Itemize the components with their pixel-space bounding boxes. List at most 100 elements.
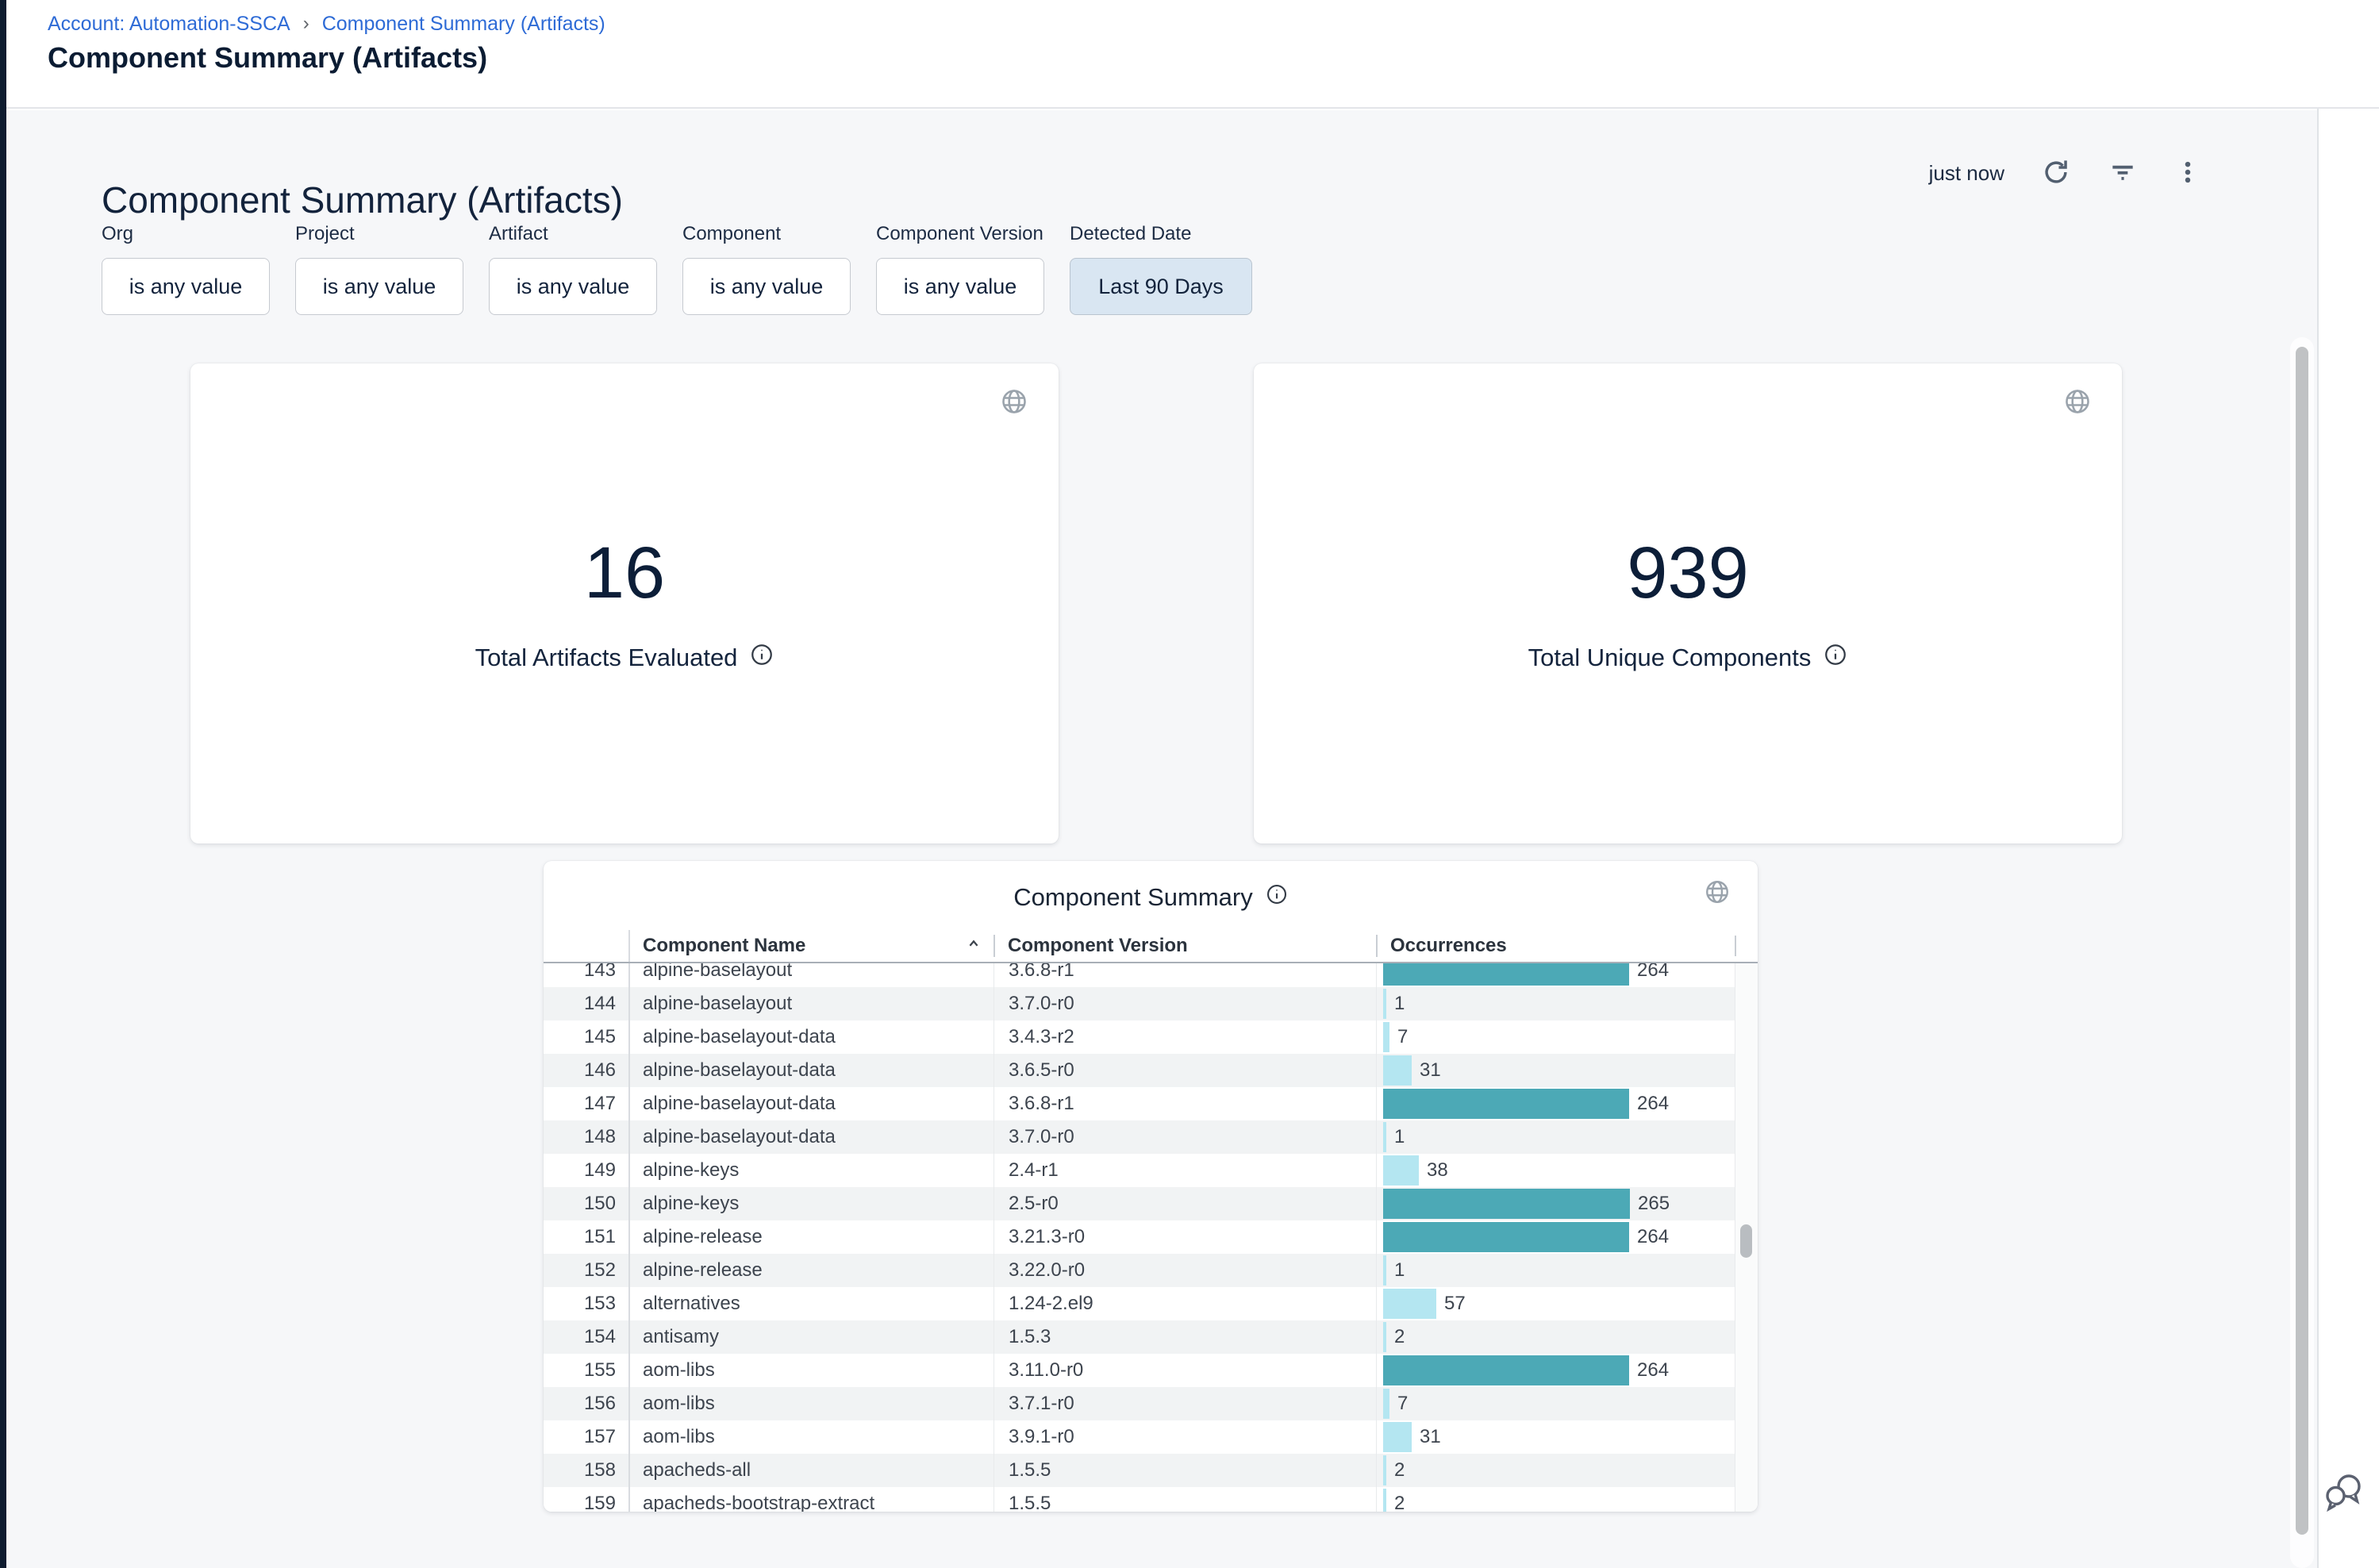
filter-group-component-version: Component Version is any value (876, 223, 1044, 315)
filter-component-button[interactable]: is any value (682, 258, 851, 315)
occurrence-value: 38 (1427, 1159, 1448, 1182)
page-title: Component Summary (Artifacts) (48, 41, 487, 75)
occurrences-cell: 264 (1376, 1354, 1735, 1387)
occurrence-bar (1383, 1389, 1389, 1419)
component-name-cell: alpine-baselayout-data (628, 1059, 993, 1082)
occurrence-value: 1 (1394, 993, 1405, 1015)
metric-label-row: Total Artifacts Evaluated (190, 643, 1059, 673)
row-number-cell: 147 (544, 1093, 628, 1115)
occurrence-value: 1 (1394, 1259, 1405, 1282)
table-row[interactable]: 158apacheds-all1.5.52 (544, 1454, 1735, 1487)
left-nav-strip (0, 0, 6, 1568)
row-number-cell: 148 (544, 1126, 628, 1148)
table-row[interactable]: 149alpine-keys2.4-r138 (544, 1154, 1735, 1187)
component-name-cell: aom-libs (628, 1393, 993, 1415)
table-row[interactable]: 144alpine-baselayout3.7.0-r01 (544, 987, 1735, 1020)
filter-button[interactable] (2108, 157, 2138, 190)
occurrences-cell: 2 (1376, 1454, 1735, 1487)
component-version-cell: 2.5-r0 (993, 1187, 1376, 1220)
occurrence-value: 7 (1397, 1026, 1408, 1048)
component-version-cell: 3.6.8-r1 (993, 963, 1376, 987)
occurrence-bar (1383, 1255, 1386, 1286)
component-name-cell: alternatives (628, 1293, 993, 1315)
page-scrollbar-thumb[interactable] (2296, 347, 2308, 1535)
column-divider (1376, 935, 1378, 957)
occurrence-value: 2 (1394, 1493, 1405, 1512)
row-number-column-header (544, 930, 628, 962)
refresh-icon (2041, 157, 2071, 190)
metric-card-total-components: 939 Total Unique Components (1254, 363, 2122, 844)
filter-project-button[interactable]: is any value (295, 258, 463, 315)
table-row[interactable]: 157aom-libs3.9.1-r031 (544, 1420, 1735, 1454)
occurrences-cell: 57 (1376, 1287, 1735, 1320)
column-header-occurrences[interactable]: Occurrences (1376, 930, 1735, 962)
row-number-cell: 146 (544, 1059, 628, 1082)
component-name-cell: apacheds-all (628, 1459, 993, 1482)
right-gutter (2317, 109, 2379, 1568)
occurrence-bar (1383, 1355, 1629, 1385)
filter-org-button[interactable]: is any value (102, 258, 270, 315)
occurrences-cell: 264 (1376, 1087, 1735, 1120)
occurrences-cell: 38 (1376, 1154, 1735, 1187)
table-row[interactable]: 159apacheds-bootstrap-extract1.5.52 (544, 1487, 1735, 1512)
table-row[interactable]: 143alpine-baselayout3.6.8-r1264 (544, 963, 1735, 987)
table-row[interactable]: 151alpine-release3.21.3-r0264 (544, 1220, 1735, 1254)
dashboard-screen: Account: Automation-SSCA › Component Sum… (0, 0, 2379, 1568)
table-row[interactable]: 155aom-libs3.11.0-r0264 (544, 1354, 1735, 1387)
filter-component-version-button[interactable]: is any value (876, 258, 1044, 315)
filter-artifact-button[interactable]: is any value (489, 258, 657, 315)
breadcrumb-account-link[interactable]: Account: Automation-SSCA (48, 13, 290, 36)
table-row[interactable]: 150alpine-keys2.5-r0265 (544, 1187, 1735, 1220)
component-version-cell: 3.21.3-r0 (993, 1220, 1376, 1254)
occurrence-bar (1383, 1055, 1412, 1086)
occurrence-value: 57 (1444, 1293, 1466, 1315)
info-icon[interactable] (1266, 883, 1288, 912)
table-row[interactable]: 145alpine-baselayout-data3.4.3-r27 (544, 1020, 1735, 1054)
occurrence-bar (1383, 1289, 1436, 1319)
occurrences-cell: 1 (1376, 987, 1735, 1020)
component-version-cell: 3.7.0-r0 (993, 1120, 1376, 1154)
table-row[interactable]: 147alpine-baselayout-data3.6.8-r1264 (544, 1087, 1735, 1120)
row-number-cell: 150 (544, 1193, 628, 1215)
occurrences-cell: 7 (1376, 1387, 1735, 1420)
column-header-component-version[interactable]: Component Version (993, 930, 1376, 962)
row-number-cell: 154 (544, 1326, 628, 1348)
filter-detected-date-button[interactable]: Last 90 Days (1070, 258, 1252, 315)
breadcrumb-current-link[interactable]: Component Summary (Artifacts) (322, 13, 605, 36)
occurrences-cell: 1 (1376, 1120, 1735, 1154)
info-icon[interactable] (1824, 643, 1847, 673)
info-icon[interactable] (750, 643, 774, 673)
globe-icon[interactable] (1704, 878, 1731, 909)
table-row[interactable]: 156aom-libs3.7.1-r07 (544, 1387, 1735, 1420)
column-header-component-name[interactable]: Component Name (628, 930, 993, 962)
globe-icon[interactable] (2063, 387, 2092, 420)
component-version-cell: 3.7.0-r0 (993, 987, 1376, 1020)
row-number-cell: 145 (544, 1026, 628, 1048)
refresh-button[interactable] (2041, 157, 2071, 190)
component-version-cell: 1.5.3 (993, 1320, 1376, 1354)
chat-support-icon[interactable] (2323, 1473, 2366, 1516)
globe-icon[interactable] (1000, 387, 1028, 420)
scroll-gutter-header (1735, 930, 1758, 962)
top-header: Account: Automation-SSCA › Component Sum… (6, 0, 2379, 109)
occurrences-cell: 2 (1376, 1487, 1735, 1512)
row-number-cell: 153 (544, 1293, 628, 1315)
table-row[interactable]: 154antisamy1.5.32 (544, 1320, 1735, 1354)
row-number-cell: 157 (544, 1426, 628, 1448)
filter-group-project: Project is any value (295, 223, 463, 315)
table-row[interactable]: 152alpine-release3.22.0-r01 (544, 1254, 1735, 1287)
component-version-cell: 3.11.0-r0 (993, 1354, 1376, 1387)
occurrence-bar (1383, 1189, 1630, 1219)
filter-label: Component (682, 223, 851, 245)
row-number-cell: 156 (544, 1393, 628, 1415)
dashboard-menu-button[interactable] (2174, 159, 2201, 188)
table-scrollbar-thumb[interactable] (1740, 1224, 1752, 1258)
component-name-cell: apacheds-bootstrap-extract (628, 1493, 993, 1512)
component-name-cell: aom-libs (628, 1359, 993, 1382)
table-row[interactable]: 148alpine-baselayout-data3.7.0-r01 (544, 1120, 1735, 1154)
occurrence-bar (1383, 1089, 1629, 1119)
table-row[interactable]: 146alpine-baselayout-data3.6.5-r031 (544, 1054, 1735, 1087)
table-title: Component Summary (1013, 883, 1253, 912)
occurrence-bar (1383, 1455, 1386, 1485)
table-row[interactable]: 153alternatives1.24-2.el957 (544, 1287, 1735, 1320)
